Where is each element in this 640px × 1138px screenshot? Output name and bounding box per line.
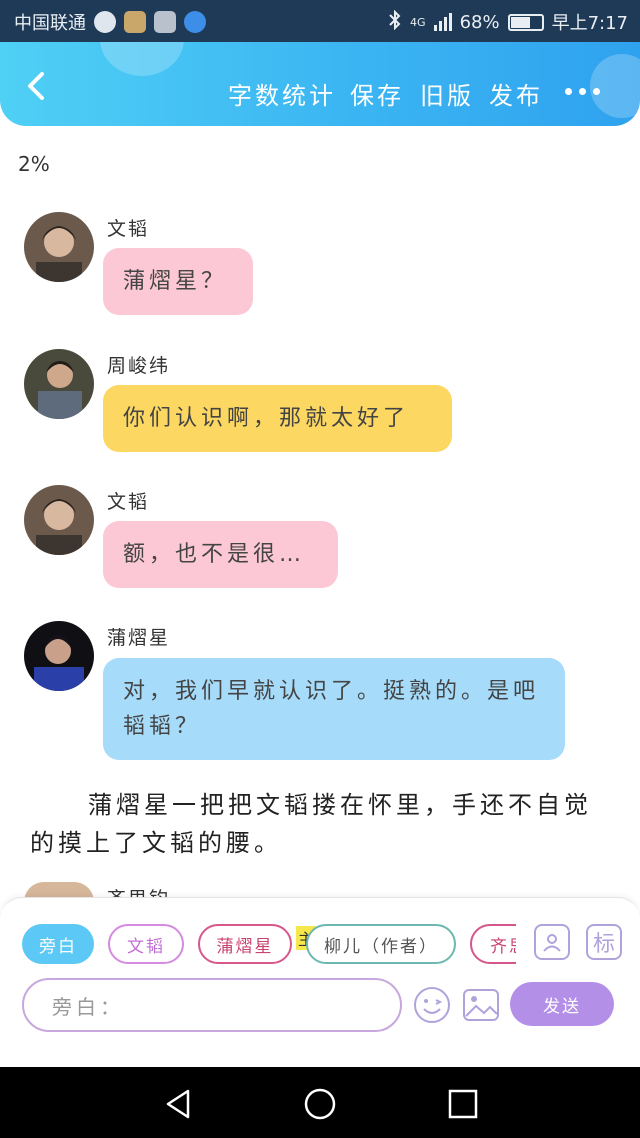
- browser-app-icon: [94, 11, 116, 33]
- role-chip-author[interactable]: 柳儿（作者）: [306, 924, 456, 964]
- message-bubble[interactable]: 蒲熠星？: [103, 248, 253, 315]
- nav-home-icon[interactable]: [303, 1087, 337, 1121]
- message-author: 齐思钧: [107, 884, 170, 898]
- decor-bubble: [100, 42, 184, 76]
- progress-percent: 2%: [18, 152, 50, 176]
- message-bubble[interactable]: 对，我们早就认识了。挺熟的。是吧韬韬？: [103, 658, 565, 760]
- image-icon[interactable]: [462, 986, 500, 1024]
- decor-bubble: [590, 54, 640, 118]
- message-author: 文韬: [107, 491, 150, 513]
- carrier-label: 中国联通: [14, 13, 86, 34]
- battery-icon: [507, 13, 544, 31]
- save-button[interactable]: 保存: [350, 76, 404, 111]
- input-panel: 旁白 文韬 蒲熠星 主 柳儿（作者） 齐思钧 标 旁白： 发送: [0, 897, 640, 1067]
- message-input[interactable]: 旁白：: [22, 978, 402, 1032]
- emoji-icon[interactable]: [413, 986, 451, 1024]
- message-input-placeholder: 旁白：: [52, 994, 124, 1019]
- huawei-app-icon: [154, 11, 176, 33]
- publish-button[interactable]: 发布: [489, 76, 543, 111]
- status-bar: 中国联通 4G 68% 早上7:17: [0, 0, 640, 42]
- network-type-label: 4G: [410, 15, 426, 29]
- bluetooth-icon: [388, 9, 402, 35]
- navigation-bar: [0, 1067, 640, 1138]
- tag-button[interactable]: 标: [586, 924, 622, 960]
- back-arrow-icon[interactable]: [18, 64, 54, 104]
- message-author: 蒲熠星: [107, 627, 171, 649]
- role-chip-narration[interactable]: 旁白: [22, 924, 94, 964]
- old-version-button[interactable]: 旧版: [420, 76, 474, 111]
- shield-app-icon: [124, 11, 146, 33]
- top-toolbar: 字数统计 保存 旧版 发布: [0, 42, 640, 126]
- avatar[interactable]: [24, 212, 94, 282]
- send-button[interactable]: 发送: [510, 982, 614, 1026]
- word-count-button[interactable]: 字数统计: [228, 76, 336, 111]
- role-chip-puyixing[interactable]: 蒲熠星: [198, 924, 292, 964]
- role-chip-qisijun[interactable]: 齐思钧: [470, 924, 516, 964]
- contact-card-icon[interactable]: [534, 924, 570, 960]
- nav-back-icon[interactable]: [162, 1087, 196, 1121]
- avatar[interactable]: [24, 621, 94, 691]
- avatar[interactable]: [24, 485, 94, 555]
- battery-percent: 68%: [459, 11, 500, 33]
- message-bubble[interactable]: 你们认识啊，那就太好了: [103, 385, 452, 452]
- compass-app-icon: [184, 11, 206, 33]
- avatar[interactable]: [24, 349, 94, 419]
- more-icon[interactable]: [565, 88, 600, 95]
- message-author: 周峻纬: [107, 355, 171, 377]
- role-chip-wentao[interactable]: 文韬: [108, 924, 184, 964]
- nav-recents-icon[interactable]: [446, 1087, 480, 1121]
- message-bubble[interactable]: 额，也不是很…: [103, 521, 338, 588]
- role-chips: 旁白 文韬 蒲熠星 主 柳儿（作者） 齐思钧: [22, 924, 516, 966]
- narration-text[interactable]: 蒲熠星一把把文韬搂在怀里，手还不自觉的摸上了文韬的腰。: [30, 786, 610, 862]
- message-author: 文韬: [107, 218, 150, 240]
- clock: 早上7:17: [551, 13, 628, 34]
- signal-icon: [433, 13, 452, 31]
